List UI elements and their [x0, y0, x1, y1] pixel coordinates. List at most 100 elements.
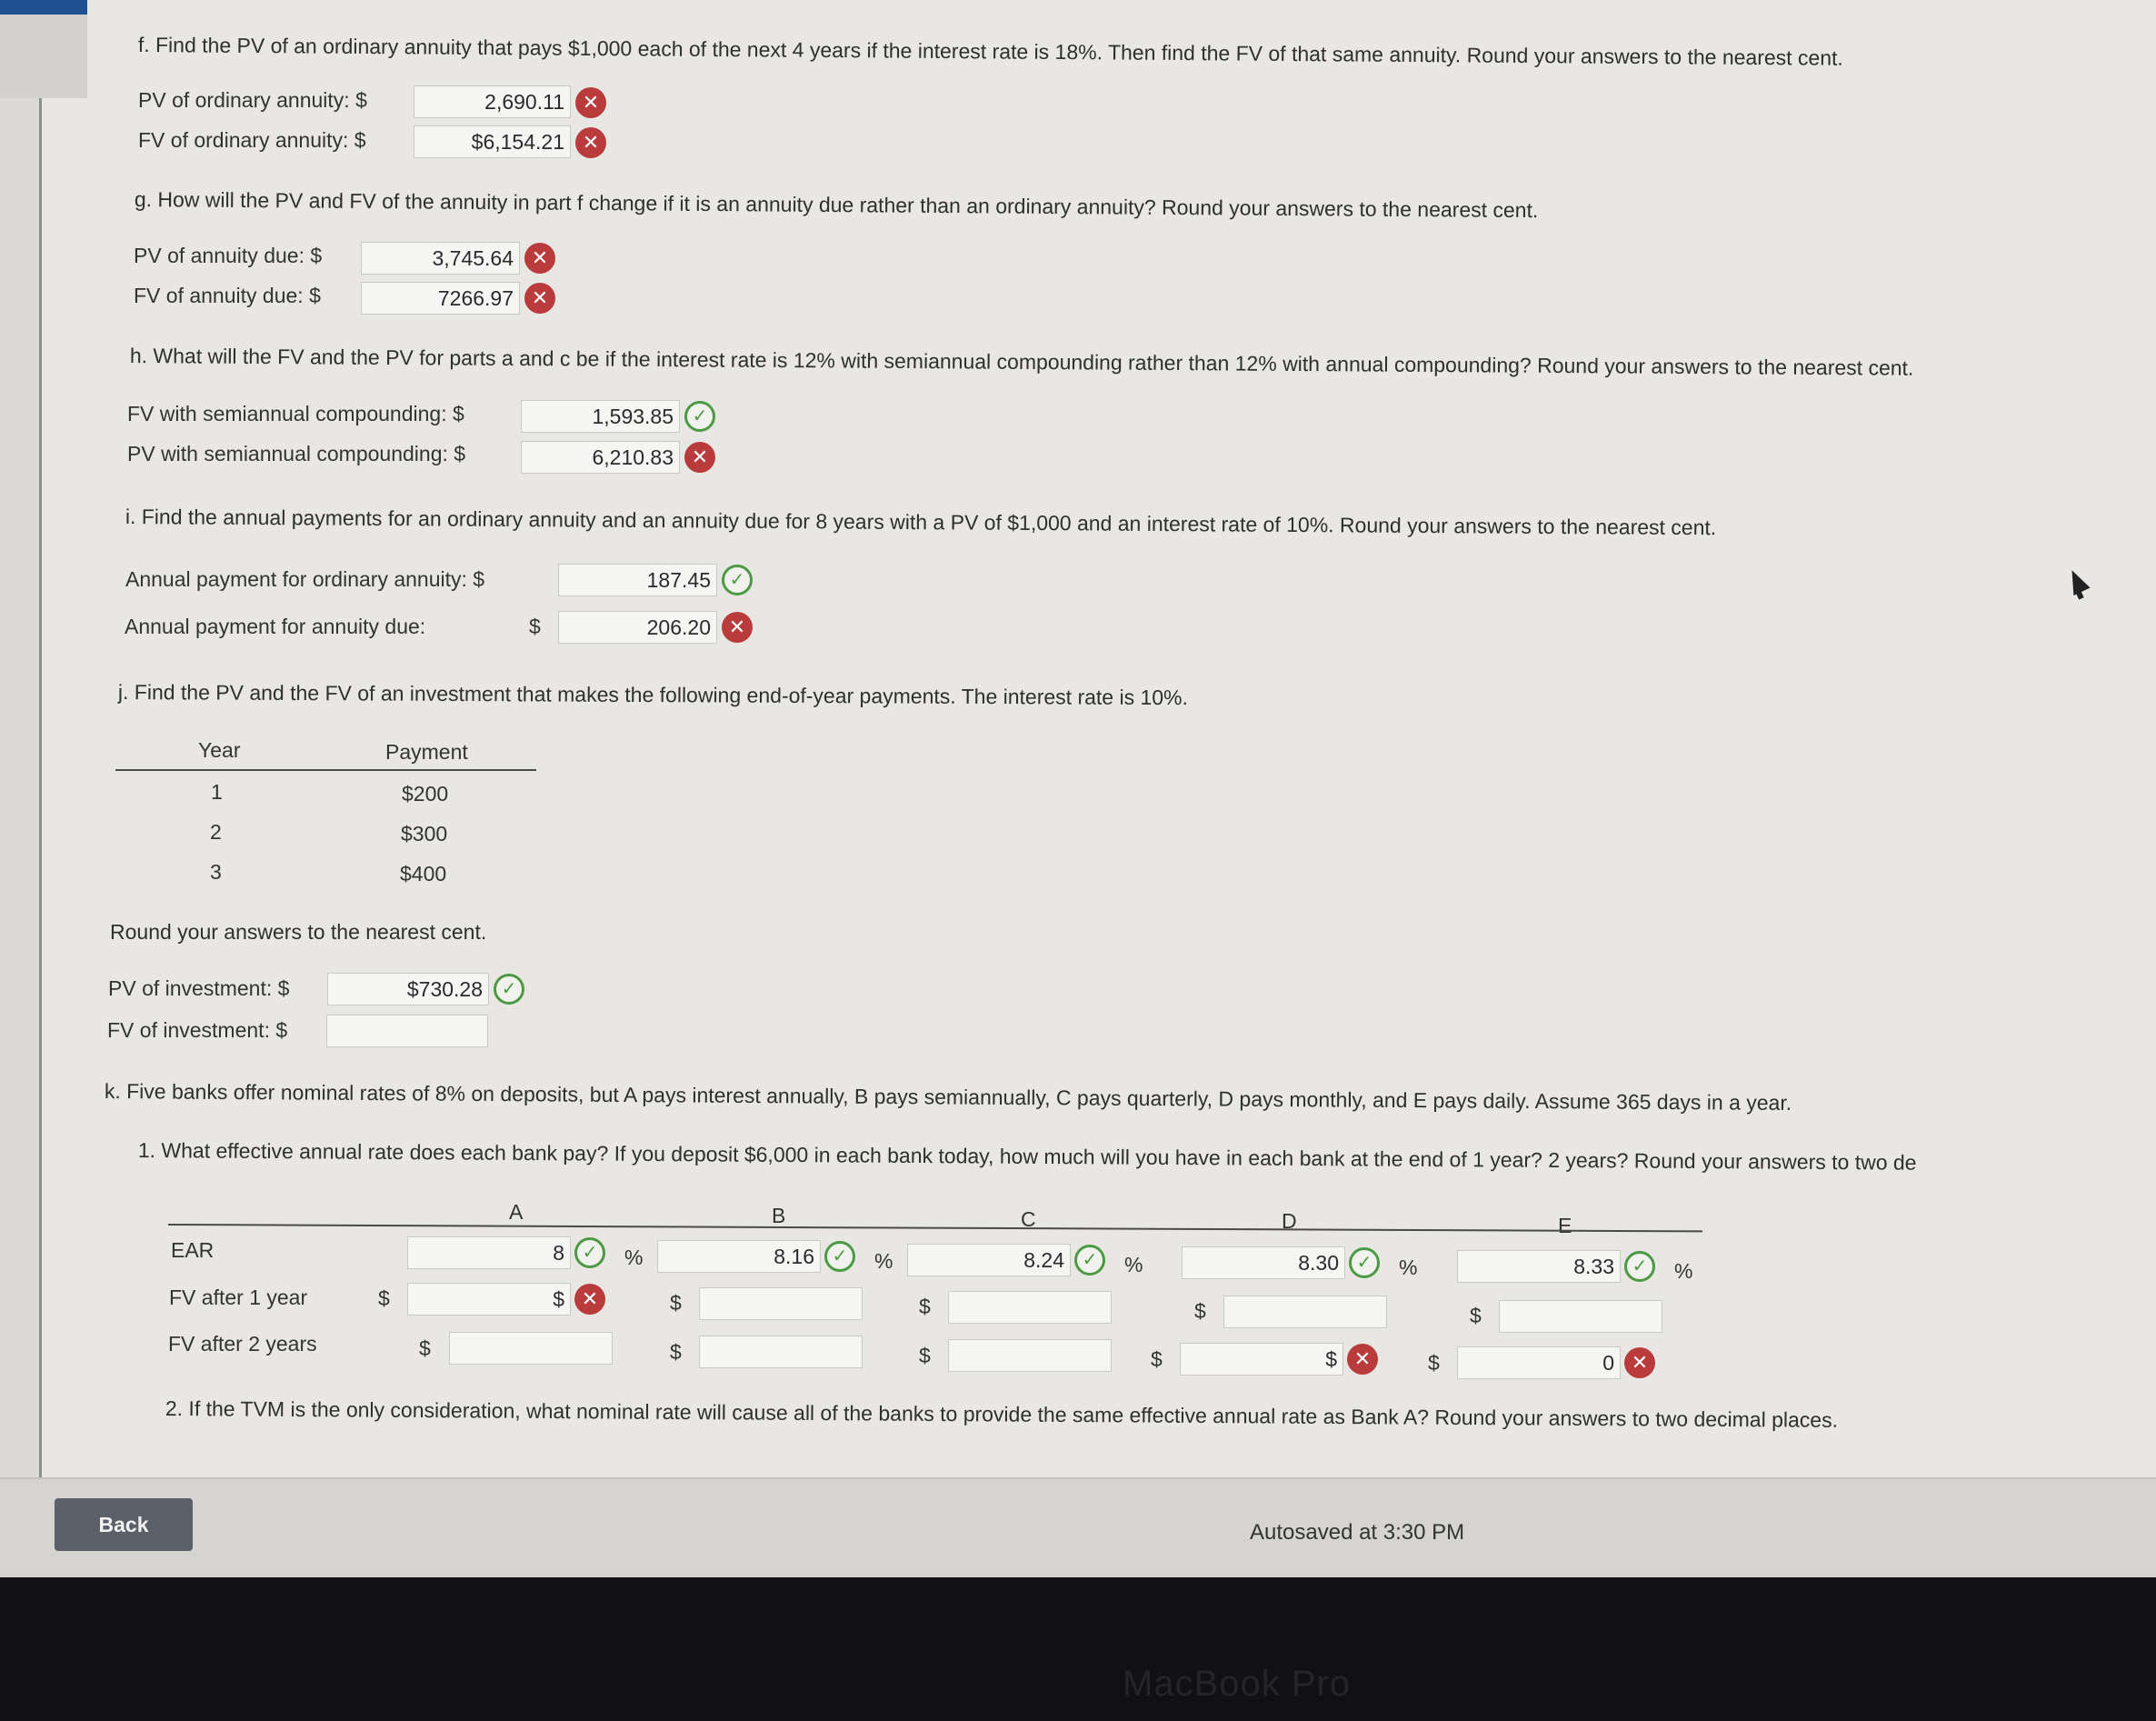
table-cell: 1 — [211, 780, 223, 804]
fv-investment-input[interactable] — [326, 1015, 488, 1047]
question-k-part2: 2. If the TVM is the only consideration,… — [165, 1396, 1839, 1432]
fv-annuity-due-input[interactable]: 7266.97 — [361, 282, 520, 315]
fv1-c-input[interactable] — [948, 1291, 1112, 1324]
question-g-prompt: g. How will the PV and FV of the annuity… — [134, 187, 1539, 223]
fv-annuity-due-label: FV of annuity due: $ — [134, 284, 321, 307]
fv-semiannual-label: FV with semiannual compounding: $ — [127, 402, 464, 425]
percent-sign: % — [624, 1246, 644, 1269]
annual-payment-ordinary-label: Annual payment for ordinary annuity: $ — [125, 567, 485, 591]
back-button[interactable]: Back — [55, 1498, 193, 1551]
table-cell: 2 — [210, 820, 222, 844]
percent-sign: % — [1674, 1259, 1693, 1283]
fv1-a-input[interactable]: $ — [407, 1283, 571, 1316]
pv-semiannual-input[interactable]: 6,210.83 — [521, 441, 680, 474]
fv2-e-input[interactable]: 0 — [1457, 1346, 1621, 1379]
incorrect-icon: ✕ — [1347, 1344, 1378, 1375]
percent-sign: % — [874, 1249, 893, 1273]
round-note: Round your answers to the nearest cent. — [110, 920, 487, 944]
currency-sign: $ — [670, 1340, 682, 1364]
pv-annuity-due-label: PV of annuity due: $ — [134, 244, 323, 267]
bank-column-e: E — [1558, 1214, 1572, 1237]
question-h-prompt: h. What will the FV and the PV for parts… — [129, 344, 1914, 380]
incorrect-icon: ✕ — [575, 87, 606, 118]
question-f-prompt: f. Find the PV of an ordinary annuity th… — [137, 33, 1843, 70]
correct-icon: ✓ — [684, 401, 715, 432]
question-k-prompt: k. Five banks offer nominal rates of 8% … — [104, 1079, 1792, 1115]
device-brand: MacBook Pro — [1123, 1664, 1352, 1704]
annual-payment-ordinary-input[interactable]: 187.45 — [558, 564, 717, 596]
incorrect-icon: ✕ — [524, 283, 555, 314]
incorrect-icon: ✕ — [524, 243, 555, 274]
pv-ordinary-annuity-input[interactable]: 2,690.11 — [414, 85, 571, 118]
fv2-a-input[interactable] — [449, 1332, 613, 1365]
fv-semiannual-input[interactable]: 1,593.85 — [521, 400, 680, 433]
fv1-e-input[interactable] — [1499, 1300, 1662, 1333]
footer-bar — [0, 1477, 2156, 1577]
percent-sign: % — [1124, 1253, 1143, 1276]
autosave-status: Autosaved at 3:30 PM — [1250, 1520, 1465, 1545]
fv-1-year-row-label: FV after 1 year — [169, 1286, 308, 1309]
currency-sign: $ — [919, 1344, 931, 1367]
percent-sign: % — [1399, 1256, 1418, 1279]
pv-investment-label: PV of investment: $ — [108, 976, 290, 1000]
ear-c-input[interactable]: 8.24 — [907, 1244, 1071, 1276]
incorrect-icon: ✕ — [1624, 1347, 1655, 1378]
table-cell: 3 — [210, 860, 222, 884]
question-i-prompt: i. Find the annual payments for an ordin… — [125, 505, 1717, 540]
correct-icon: ✓ — [494, 974, 524, 1005]
pv-annuity-due-input[interactable]: 3,745.64 — [361, 242, 520, 275]
question-j-prompt: j. Find the PV and the FV of an investme… — [117, 680, 1189, 710]
screen: f. Find the PV of an ordinary annuity th… — [0, 0, 2156, 1577]
bank-column-a: A — [509, 1200, 524, 1224]
correct-icon: ✓ — [1624, 1251, 1655, 1282]
currency-sign: $ — [1470, 1304, 1482, 1327]
bank-column-b: B — [772, 1204, 786, 1227]
correct-icon: ✓ — [722, 565, 753, 595]
table-cell: $400 — [400, 862, 447, 886]
annual-payment-due-label: Annual payment for annuity due: — [125, 615, 426, 638]
pv-semiannual-label: PV with semiannual compounding: $ — [127, 442, 466, 465]
incorrect-icon: ✕ — [684, 442, 715, 473]
correct-icon: ✓ — [1349, 1247, 1380, 1278]
currency-sign: $ — [419, 1336, 431, 1360]
laptop-bezel: MacBook Pro — [0, 1577, 2156, 1721]
fv-investment-label: FV of investment: $ — [107, 1018, 288, 1042]
currency-sign: $ — [378, 1286, 390, 1310]
pv-investment-input[interactable]: $730.28 — [327, 973, 489, 1006]
annual-payment-due-input[interactable]: 206.20 — [558, 611, 717, 644]
incorrect-icon: ✕ — [722, 612, 753, 643]
bank-table-header-rule — [167, 1224, 1702, 1233]
currency-sign: $ — [1428, 1351, 1440, 1375]
ear-b-input[interactable]: 8.16 — [657, 1240, 821, 1273]
ear-a-input[interactable]: 8 — [407, 1236, 571, 1269]
fv2-b-input[interactable] — [699, 1336, 863, 1368]
fv-ordinary-annuity-input[interactable]: $6,154.21 — [414, 125, 571, 158]
currency-sign: $ — [919, 1295, 931, 1318]
table-cell: $200 — [402, 782, 449, 805]
pv-ordinary-annuity-label: PV of ordinary annuity: $ — [138, 88, 367, 112]
ear-d-input[interactable]: 8.30 — [1182, 1246, 1345, 1279]
fv1-d-input[interactable] — [1223, 1296, 1387, 1328]
fv-2-years-row-label: FV after 2 years — [168, 1332, 317, 1356]
currency-sign: $ — [1151, 1347, 1163, 1371]
currency-sign: $ — [670, 1291, 682, 1315]
table-cell: $300 — [401, 822, 448, 845]
fv2-d-input[interactable]: $ — [1180, 1343, 1343, 1376]
sidebar-tab[interactable] — [0, 0, 87, 98]
ear-row-label: EAR — [171, 1238, 215, 1262]
table-header-payment: Payment — [385, 740, 468, 764]
annual-payment-due-currency: $ — [529, 615, 541, 638]
fv-ordinary-annuity-label: FV of ordinary annuity: $ — [138, 128, 366, 152]
incorrect-icon: ✕ — [574, 1284, 605, 1315]
fv1-b-input[interactable] — [699, 1287, 863, 1320]
table-header-year: Year — [198, 738, 241, 762]
correct-icon: ✓ — [1074, 1245, 1105, 1276]
table-header-rule — [115, 769, 536, 771]
fv2-c-input[interactable] — [948, 1339, 1112, 1372]
currency-sign: $ — [1194, 1299, 1206, 1323]
left-panel-edge — [0, 0, 42, 1477]
question-k-part1: 1. What effective annual rate does each … — [137, 1138, 1917, 1175]
correct-icon: ✓ — [824, 1241, 855, 1272]
correct-icon: ✓ — [574, 1237, 605, 1268]
ear-e-input[interactable]: 8.33 — [1457, 1250, 1621, 1283]
